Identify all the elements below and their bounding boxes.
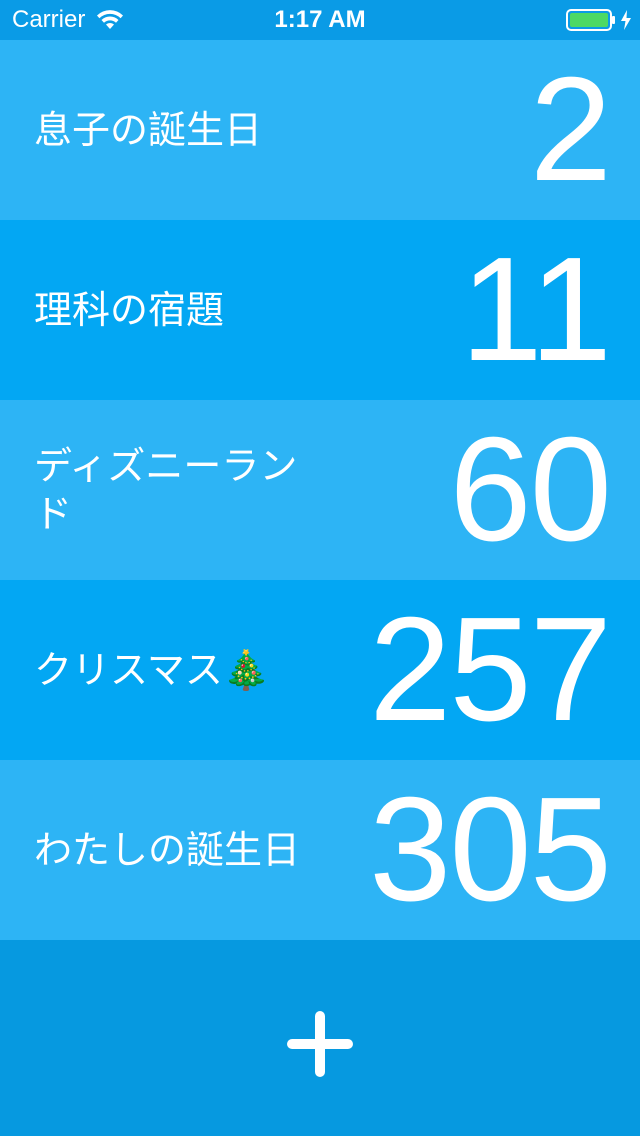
countdown-row[interactable]: 息子の誕生日 2 [0, 40, 640, 220]
countdown-days: 60 [449, 407, 612, 572]
plus-icon [287, 1011, 353, 1077]
add-area [0, 940, 640, 1136]
countdown-row[interactable]: 理科の宿題 11 [0, 220, 640, 400]
add-countdown-button[interactable] [270, 994, 370, 1094]
battery-icon [566, 9, 615, 31]
countdown-title: わたしの誕生日 [34, 828, 301, 872]
status-time: 1:17 AM [274, 6, 366, 33]
countdown-title: クリスマス🎄 [34, 648, 271, 692]
countdown-list: 息子の誕生日 2 理科の宿題 11 ディズニーランド 60 クリスマス🎄 257… [0, 40, 640, 940]
countdown-row[interactable]: わたしの誕生日 305 [0, 760, 640, 940]
countdown-title: ディズニーランド [34, 444, 298, 536]
countdown-title: 息子の誕生日 [34, 108, 263, 152]
countdown-row[interactable]: クリスマス🎄 257 [0, 580, 640, 760]
countdown-days: 11 [460, 227, 612, 392]
countdown-days: 305 [369, 767, 612, 932]
countdown-days: 2 [529, 47, 612, 212]
bolt-icon [621, 10, 631, 30]
status-bar: Carrier 1:17 AM [0, 0, 640, 40]
countdown-title: 理科の宿題 [34, 288, 225, 332]
countdown-days: 257 [369, 587, 612, 752]
countdown-row[interactable]: ディズニーランド 60 [0, 400, 640, 580]
app-screen: Carrier 1:17 AM 息子の誕生日 2 理科の宿題 11 ディズニーラ… [0, 0, 640, 1136]
status-right [566, 0, 632, 40]
